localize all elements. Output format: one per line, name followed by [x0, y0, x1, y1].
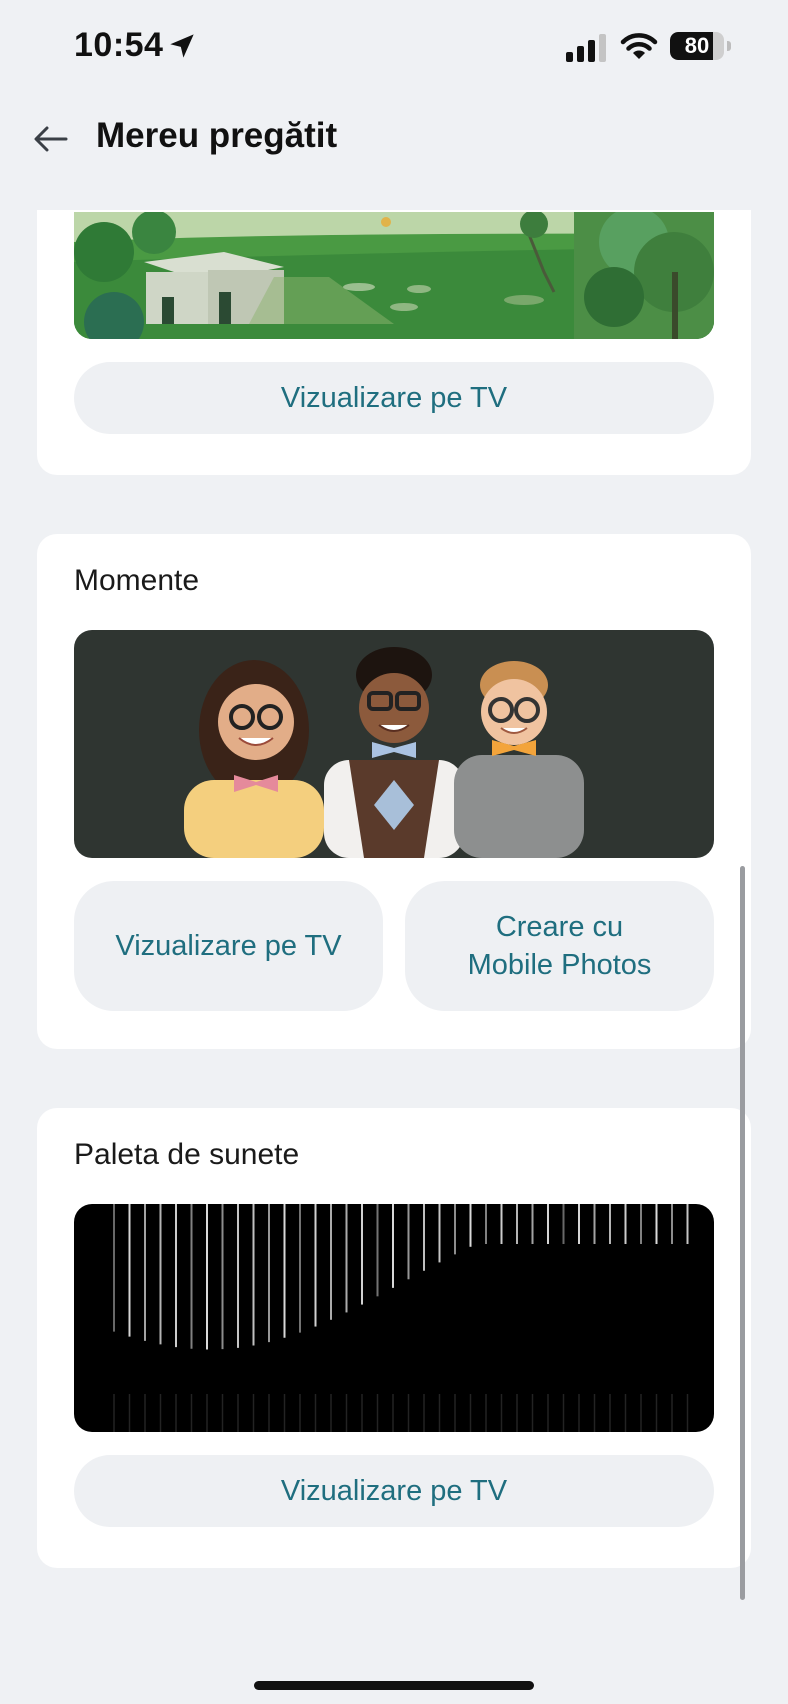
card-title-momente: Momente — [74, 564, 200, 597]
scrollbar[interactable] — [740, 866, 745, 1600]
home-indicator[interactable] — [254, 1681, 534, 1690]
page-title: Mereu pregătit — [96, 116, 338, 155]
moments-card: Momente Vizualizare pe TV Creare cu Mobi… — [37, 534, 751, 1049]
kids-photo — [74, 630, 714, 858]
view-on-tv-button[interactable]: Vizualizare pe TV — [74, 362, 714, 434]
view-on-tv-button[interactable]: Vizualizare pe TV — [74, 1455, 714, 1527]
wifi-icon — [620, 33, 658, 59]
landscape-thumbnail[interactable] — [74, 212, 714, 339]
moments-thumbnail[interactable] — [74, 630, 714, 858]
cellular-signal-icon — [566, 34, 606, 62]
create-with-mobile-photos-label: Creare cu Mobile Photos — [467, 911, 652, 981]
ambient-card: Vizualizare pe TV — [37, 210, 751, 475]
back-arrow-icon[interactable] — [32, 120, 70, 158]
card-title-paleta-de-sunete: Paleta de sunete — [74, 1138, 300, 1171]
status-bar: 10:54 80 — [0, 0, 788, 90]
sound-visualizer-image — [113, 1204, 689, 1432]
status-time: 10:54 — [74, 26, 164, 64]
create-with-mobile-photos-button[interactable]: Creare cu Mobile Photos — [405, 881, 714, 1011]
landscape-image — [74, 212, 714, 339]
view-on-tv-button[interactable]: Vizualizare pe TV — [74, 881, 383, 1011]
sound-palette-thumbnail[interactable] — [74, 1204, 714, 1432]
sound-palette-card: Paleta de sunete Vizualizare pe TV — [37, 1108, 751, 1568]
battery-icon: 80 — [670, 32, 732, 62]
battery-percent: 80 — [684, 33, 710, 58]
location-arrow-icon — [170, 34, 194, 58]
